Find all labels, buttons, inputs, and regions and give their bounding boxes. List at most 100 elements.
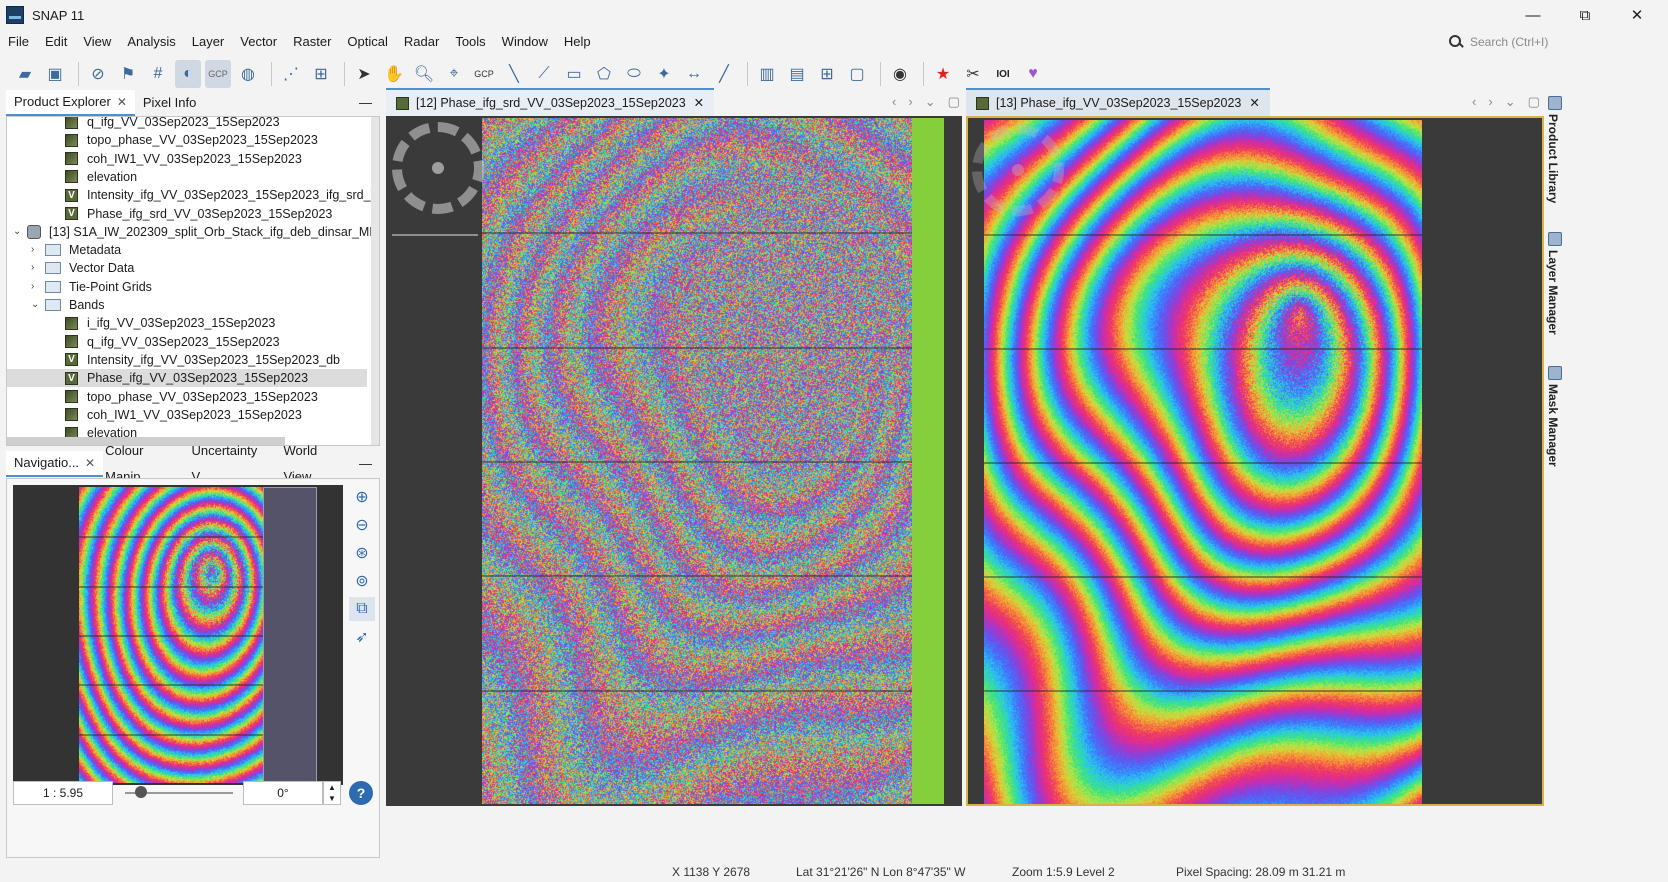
chevron-down-icon[interactable]: ⌄ <box>31 296 45 314</box>
menu-window[interactable]: Window <box>494 30 556 54</box>
heart-tool-icon[interactable]: ♥ <box>1020 60 1046 88</box>
tree-node-product[interactable]: ⌄ [13] S1A_IW_202309_split_Orb_Stack_ifg_… <box>7 223 379 241</box>
chevron-left-icon[interactable]: ‹ <box>1472 94 1476 110</box>
tab-uncertainty[interactable]: Uncertainty V... <box>188 443 276 484</box>
zoom-all-icon[interactable]: ⊚ <box>349 569 375 593</box>
pin-tool-icon[interactable]: ⚑ <box>115 60 141 88</box>
close-icon[interactable]: ✕ <box>117 89 127 115</box>
tree-node-folder[interactable]: › Metadata <box>7 241 367 259</box>
product-library-icon[interactable] <box>1548 96 1562 110</box>
tree-node-folder[interactable]: › Tie-Point Grids <box>7 278 367 296</box>
tree-node-band[interactable]: V Intensity_ifg_VV_03Sep2023_15Sep2023_db <box>7 351 367 369</box>
maximize-view-icon[interactable]: ▢ <box>1528 94 1540 110</box>
maximize-view-icon[interactable]: ▢ <box>948 94 960 110</box>
rotation-spinner[interactable]: ▲ ▼ <box>323 781 341 805</box>
mask-tool-icon[interactable]: ◍ <box>235 60 261 88</box>
chevron-right-icon[interactable]: › <box>1488 94 1492 110</box>
zoom-in-icon[interactable]: ⊕ <box>349 485 375 509</box>
ellipse-draw-icon[interactable]: ⬭ <box>621 60 647 88</box>
tab-view-12[interactable]: [12] Phase_ifg_srd_VV_03Sep2023_15Sep202… <box>386 88 715 116</box>
cut-tool-icon[interactable]: ✂ <box>960 60 986 88</box>
tree-node-folder[interactable]: ⌄ Bands <box>7 296 367 314</box>
pin-placing-icon[interactable]: ⌖ <box>441 60 467 88</box>
search-box[interactable]: Search (Ctrl+I) <box>1448 32 1608 52</box>
chevron-right-icon[interactable]: › <box>31 259 45 277</box>
batch-processing-icon[interactable]: ⊞ <box>308 60 334 88</box>
menu-radar[interactable]: Radar <box>396 30 447 54</box>
menu-raster[interactable]: Raster <box>285 30 339 54</box>
rectangle-draw-icon[interactable]: ▭ <box>561 60 587 88</box>
tile-grid-icon[interactable]: ⊞ <box>814 60 840 88</box>
vertical-scrollbar[interactable] <box>371 117 379 445</box>
tile-evenly-icon[interactable]: ▢ <box>844 60 870 88</box>
sync-views-icon[interactable]: ◉ <box>887 60 913 88</box>
menu-vector[interactable]: Vector <box>232 30 285 54</box>
close-icon[interactable]: ✕ <box>1249 89 1259 117</box>
graticule-icon[interactable]: # <box>145 60 171 88</box>
tree-node-band[interactable]: coh_IW1_VV_03Sep2023_15Sep2023 <box>7 150 367 168</box>
menu-layer[interactable]: Layer <box>184 30 233 54</box>
sync-viewport-icon[interactable]: ⧉ <box>349 597 375 621</box>
menu-analysis[interactable]: Analysis <box>119 30 183 54</box>
maximize-button[interactable]: ⧉ <box>1562 0 1608 30</box>
tab-view-13[interactable]: [13] Phase_ifg_VV_03Sep2023_15Sep2023 ✕ <box>966 88 1270 116</box>
tree-node-band[interactable]: q_ifg_VV_03Sep2023_15Sep2023 <box>7 117 367 131</box>
zoom-out-icon[interactable]: ⊖ <box>349 513 375 537</box>
mask-manager-icon[interactable] <box>1548 366 1562 380</box>
minimize-button[interactable]: — <box>1510 0 1556 30</box>
menu-help[interactable]: Help <box>556 30 599 54</box>
tab-colour-manipulation[interactable]: Colour Manip... <box>103 443 187 484</box>
pan-tool-icon[interactable]: ✋ <box>381 60 407 88</box>
image-view-13[interactable] <box>966 116 1544 806</box>
rotation-field[interactable]: 0° <box>243 781 323 805</box>
range-finder-icon[interactable]: ↔ <box>681 60 707 88</box>
tree-node-band[interactable]: V Intensity_ifg_VV_03Sep2023_15Sep2023_if… <box>7 186 379 204</box>
help-icon[interactable]: ? <box>349 781 373 805</box>
layer-manager-icon[interactable] <box>1548 232 1562 246</box>
close-button[interactable]: ✕ <box>1614 0 1660 30</box>
polygon-draw-icon[interactable]: ⬠ <box>591 60 617 88</box>
chevron-right-icon[interactable]: › <box>908 94 912 110</box>
viewport-indicator[interactable] <box>263 487 317 783</box>
tree-node-band[interactable]: V Phase_ifg_VV_03Sep2023_15Sep2023 <box>7 369 367 388</box>
side-tab-layer-manager[interactable]: Layer Manager <box>1546 250 1560 335</box>
tile-vertical-icon[interactable]: ▤ <box>784 60 810 88</box>
tab-world-view[interactable]: World View <box>275 443 351 484</box>
zoom-factor-field[interactable]: 1 : 5.95 <box>13 781 113 805</box>
menu-file[interactable]: File <box>0 30 37 54</box>
tile-horizontal-icon[interactable]: ▥ <box>754 60 780 88</box>
line-draw-icon[interactable]: ╲ <box>501 60 527 88</box>
zoom-slider-handle[interactable] <box>135 786 147 798</box>
tree-node-band[interactable]: topo_phase_VV_03Sep2023_15Sep2023 <box>7 131 367 149</box>
menu-tools[interactable]: Tools <box>447 30 493 54</box>
tree-node-band[interactable]: q_ifg_VV_03Sep2023_15Sep2023 <box>7 333 367 351</box>
gcp-placing-icon[interactable]: GCP <box>471 60 497 88</box>
chevron-left-icon[interactable]: ‹ <box>892 94 896 110</box>
chevron-down-icon[interactable]: ⌄ <box>1505 94 1516 110</box>
minimize-panel-icon[interactable]: — <box>351 90 380 116</box>
gcp-tool-icon[interactable]: GCP <box>205 60 231 88</box>
tree-node-band[interactable]: V Phase_ifg_srd_VV_03Sep2023_15Sep2023 <box>7 205 367 223</box>
gcp-manager-icon[interactable]: ◐ <box>175 60 201 88</box>
tree-node-band[interactable]: elevation <box>7 168 367 186</box>
open-product-icon[interactable]: ▰ <box>12 60 38 88</box>
chevron-down-icon[interactable]: ⌄ <box>925 94 936 110</box>
tab-navigation[interactable]: Navigatio... ✕ <box>6 450 104 477</box>
chevron-right-icon[interactable]: › <box>31 241 45 259</box>
menu-edit[interactable]: Edit <box>37 30 75 54</box>
star-tool-icon[interactable]: ★ <box>930 60 956 88</box>
image-view-12[interactable] <box>386 116 962 806</box>
zoom-tool-icon[interactable]: 🔍︎ <box>411 60 437 88</box>
sync-cursor-icon[interactable]: ➶ <box>349 625 375 649</box>
select-tool-icon[interactable]: ➤ <box>351 60 377 88</box>
chevron-right-icon[interactable]: › <box>31 278 45 296</box>
side-tab-mask-manager[interactable]: Mask Manager <box>1546 384 1560 467</box>
measure-icon[interactable]: ╱ <box>711 60 737 88</box>
side-tab-product-library[interactable]: Product Library <box>1546 114 1560 203</box>
navigation-control-icon[interactable] <box>972 124 1064 216</box>
chevron-down-icon[interactable]: ⌄ <box>13 223 27 241</box>
minimize-panel-icon[interactable]: — <box>351 451 380 477</box>
magic-wand-icon[interactable]: ✦ <box>651 60 677 88</box>
tree-node-folder[interactable]: › Vector Data <box>7 259 367 277</box>
close-icon[interactable]: ✕ <box>85 450 95 476</box>
